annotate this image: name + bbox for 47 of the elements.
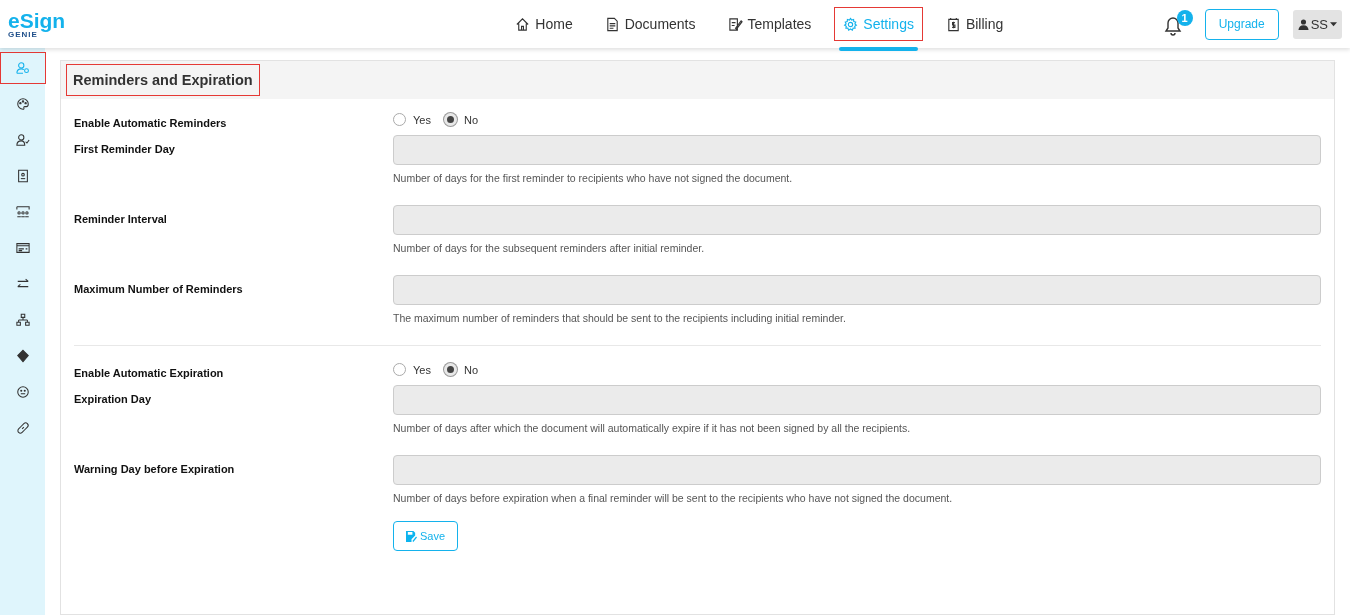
document-icon xyxy=(604,16,620,32)
radio-button[interactable] xyxy=(393,363,406,376)
radio-label: No xyxy=(463,363,478,376)
network-icon xyxy=(15,313,30,327)
link-icon xyxy=(15,421,30,435)
logo[interactable]: eSign GENIE xyxy=(0,9,98,39)
user-check-icon xyxy=(15,133,30,147)
field-label: Enable Automatic Expiration xyxy=(74,366,225,379)
field-label: Enable Automatic Reminders xyxy=(74,116,228,129)
nav-tab[interactable]: Templates xyxy=(718,7,821,41)
radio-option[interactable]: No xyxy=(443,113,478,126)
radio-option[interactable]: Yes xyxy=(393,113,431,126)
radio-option[interactable]: Yes xyxy=(393,363,431,376)
section-title: Reminders and Expiration xyxy=(66,64,260,96)
help-text: Number of days for the subsequent reminders after initial reminder. xyxy=(393,242,706,254)
receipt-icon xyxy=(945,16,961,32)
radio-label: Yes xyxy=(413,363,431,376)
contact-card-icon xyxy=(15,169,30,183)
help-text: Number of days for the first reminder to recipients who have not signed the document. xyxy=(393,172,794,184)
nav-tab[interactable]: Home xyxy=(506,7,582,41)
palette-icon xyxy=(15,97,30,111)
user-menu[interactable]: SS xyxy=(1292,9,1342,39)
notification-count: 1 xyxy=(1176,10,1193,26)
user-icon xyxy=(1297,18,1309,30)
field-label: Reminder Interval xyxy=(74,212,168,227)
radio-option[interactable]: No xyxy=(443,363,478,376)
field-label: Expiration Day xyxy=(74,392,153,407)
people-group-icon xyxy=(15,205,30,219)
card-icon xyxy=(15,241,30,255)
face-icon xyxy=(15,385,30,399)
field-label: First Reminder Day xyxy=(74,142,176,157)
user-gear-icon xyxy=(15,61,30,75)
field-label: Warning Day before Expiration xyxy=(74,462,236,477)
help-text: Number of days after which the document will automatically expire if it has not been signed by all the recipients. xyxy=(393,422,912,434)
radio-button[interactable] xyxy=(393,113,406,126)
save-icon xyxy=(406,530,417,542)
caret-icon xyxy=(1330,21,1337,27)
pencil-document-icon xyxy=(727,16,743,32)
home-icon xyxy=(515,16,531,32)
help-text: Number of days before expiration when a final reminder will be sent to the recipients who have not signed the document. xyxy=(393,492,954,504)
nav-tab[interactable]: Billing xyxy=(936,7,1013,41)
field-label: Maximum Number of Reminders xyxy=(74,282,244,297)
help-text: The maximum number of reminders that should be sent to the recipients including initial reminder. xyxy=(393,312,847,324)
radio-label: No xyxy=(463,113,478,126)
settings-icon xyxy=(843,16,859,32)
radio-label: Yes xyxy=(413,113,431,126)
nav-tab[interactable]: Documents xyxy=(595,7,705,41)
